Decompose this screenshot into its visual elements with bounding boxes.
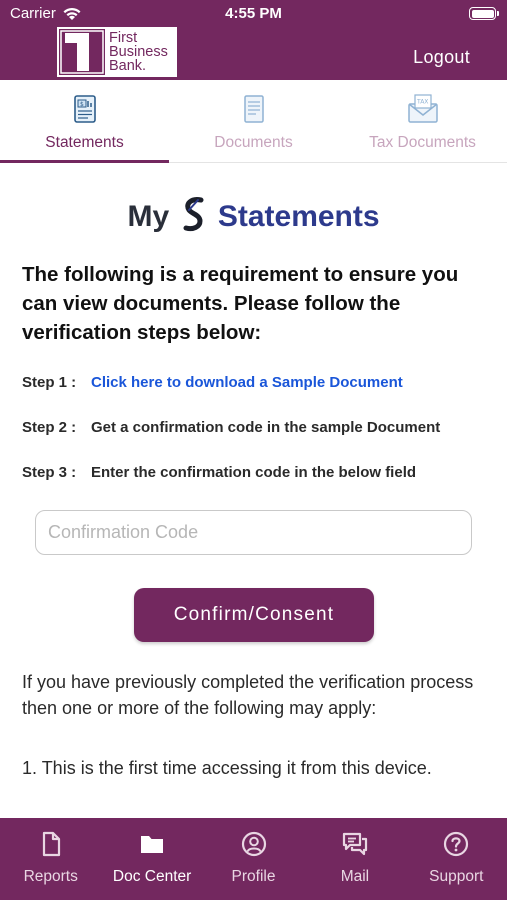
nav-item-mail[interactable]: Mail [304,818,405,900]
note-item: 1. This is the first time accessing it f… [22,758,432,778]
step-number: Step 2 : [22,419,77,436]
tab-statements[interactable]: $ Statements [0,80,169,163]
step-row: Step 2 : Get a confirmation code in the … [22,419,492,464]
bottom-tab-bar: Reports Doc Center Profile Mail Support [0,818,507,900]
nav-item-reports[interactable]: Reports [0,818,101,900]
tab-label: Tax Documents [369,134,476,151]
tab-tax-documents[interactable]: TAX Tax Documents [338,80,507,162]
requirement-text: The following is a requirement to ensure… [22,263,459,344]
nav-item-doc-center[interactable]: Doc Center [101,818,202,900]
statements-logo-icon [183,197,204,232]
help-circle-icon [444,831,469,857]
tab-label: Statements [45,134,124,151]
step-row: Step 3 : Enter the confirmation code in … [22,464,492,509]
nav-label: Mail [340,868,370,885]
svg-text:TAX: TAX [416,99,428,106]
status-bar: Carrier 4:55 PM [0,0,507,28]
battery-icon [469,7,499,20]
nav-label: Support [429,868,484,885]
tab-label: Documents [214,134,293,151]
document-tabs: $ Statements Documents TAX Tax Documents [0,80,507,163]
tax-envelope-icon: TAX [407,94,438,123]
logo-wordmark: First Business Bank. [109,30,168,74]
logo-line-1: First [109,30,138,46]
previous-verification-note: If you have previously completed the ver… [22,672,474,718]
logo-line-2: Business [109,44,168,60]
verification-steps: Step 1 : Click here to download a Sample… [22,374,492,509]
step-text: Get a confirmation code in the sample Do… [91,419,441,436]
logo-line-3: Bank. [109,58,147,74]
chat-bubbles-icon [342,832,368,856]
brand-name: Statements [217,200,380,233]
step-text: Enter the confirmation code in the below… [91,464,417,481]
step-row: Step 1 : Click here to download a Sample… [22,374,492,419]
folder-icon [141,836,164,853]
nav-item-profile[interactable]: Profile [203,818,304,900]
document-icon [243,95,264,123]
nav-label: Profile [231,868,276,885]
nav-label: Doc Center [112,868,192,885]
confirmation-code-input[interactable] [35,510,472,555]
bank-logo: First Business Bank. [57,27,177,77]
nav-item-support[interactable]: Support [406,818,507,900]
clock: 4:55 PM [225,5,282,22]
page-title: My Statements [0,196,507,234]
svg-text:$: $ [80,101,84,108]
statement-icon: $ [73,95,96,123]
top-header: Carrier 4:55 PM First Business Bank. Log… [0,0,507,80]
download-sample-link[interactable]: Click here to download a Sample Document [91,374,492,391]
user-circle-icon [241,831,266,857]
confirm-consent-button[interactable]: Confirm/Consent [134,588,374,642]
nav-label: Reports [23,868,78,885]
step-number: Step 1 : [22,374,77,391]
logo-mark-icon [59,29,105,75]
tab-documents[interactable]: Documents [169,80,338,162]
brand-my: My [127,200,170,233]
document-icon [42,831,60,857]
logout-button[interactable]: Logout [413,47,470,68]
step-number: Step 3 : [22,464,77,481]
